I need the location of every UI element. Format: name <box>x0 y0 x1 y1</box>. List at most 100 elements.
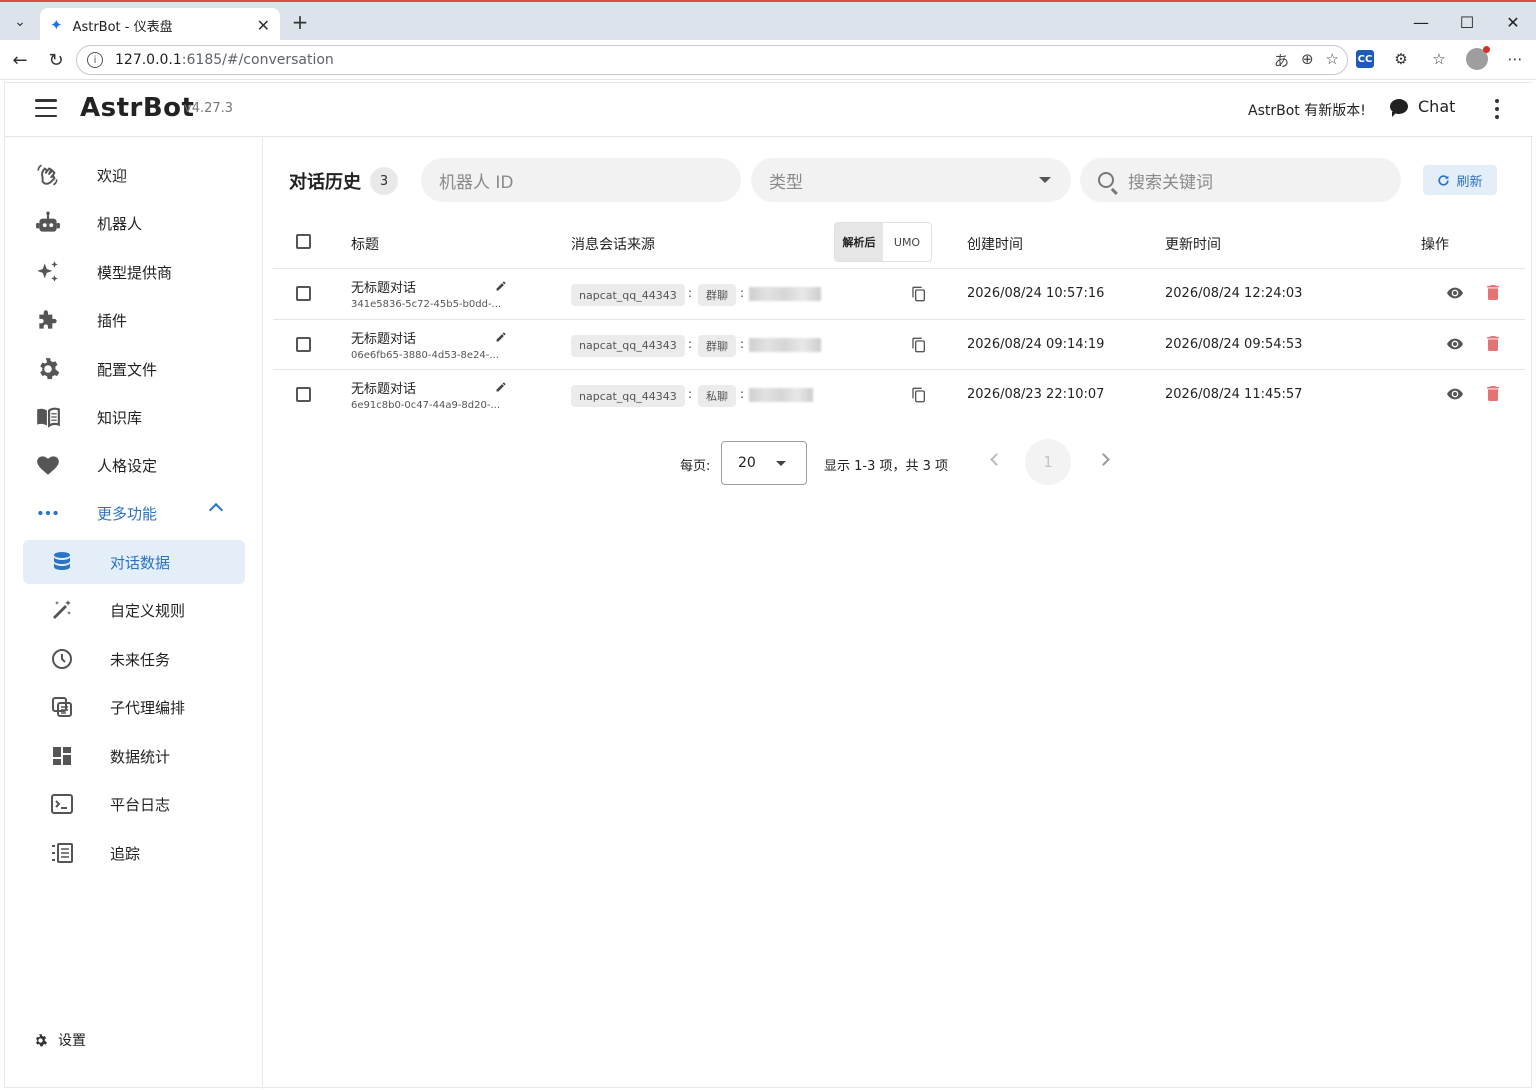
chat-button[interactable]: Chat <box>1390 97 1455 117</box>
cc-extension-icon[interactable]: CC <box>1356 50 1374 68</box>
table-row[interactable]: 无标题对话 06e6fb65-3880-4d53-8e24-... napcat… <box>273 320 1525 370</box>
refresh-button[interactable]: 刷新 <box>1423 165 1497 195</box>
info-icon[interactable]: i <box>87 52 103 68</box>
update-notice[interactable]: AstrBot 有新版本! <box>1248 100 1366 120</box>
main-content: 对话历史 3 机器人 ID 类型 搜索关键词 刷新 标题 消息会话来源 解析后 … <box>263 137 1533 1089</box>
delete-trash-icon[interactable] <box>1487 386 1499 401</box>
toggle-parsed[interactable]: 解析后 <box>835 223 883 261</box>
conversation-id: 06e6fb65-3880-4d53-8e24-... <box>351 349 499 361</box>
sidebar-more-features[interactable]: 更多功能 <box>23 491 245 535</box>
row-checkbox[interactable] <box>296 387 311 402</box>
per-page-select[interactable]: 20 <box>721 441 807 485</box>
sidebar-item-subagents[interactable]: 子代理编排 <box>23 685 245 729</box>
platform-chip: napcat_qq_44343 <box>571 284 685 306</box>
select-all-checkbox[interactable] <box>296 234 311 249</box>
more-vert-icon[interactable] <box>1493 99 1501 119</box>
column-title[interactable]: 标题 <box>351 234 379 254</box>
url-input[interactable]: i 127.0.0.1:6185/#/conversation あ ⊕ ☆ <box>76 45 1348 75</box>
gear-icon <box>36 1033 47 1046</box>
search-input[interactable]: 搜索关键词 <box>1080 158 1401 202</box>
sidebar-item-future-tasks[interactable]: 未来任务 <box>23 637 245 681</box>
settings-link[interactable]: 设置 <box>33 1030 86 1050</box>
source-display-toggle: 解析后 UMO <box>834 222 932 262</box>
type-select[interactable]: 类型 <box>751 158 1071 202</box>
settings-label: 设置 <box>58 1033 86 1049</box>
copy-layers-icon <box>37 695 87 719</box>
copy-icon[interactable] <box>911 285 927 303</box>
close-tab-icon[interactable]: ✕ <box>257 16 270 35</box>
page-button-current[interactable]: 1 <box>1025 439 1071 485</box>
zoom-icon[interactable]: ⊕ <box>1301 50 1314 71</box>
delete-trash-icon[interactable] <box>1487 335 1499 351</box>
copy-icon[interactable] <box>911 386 927 404</box>
edit-pencil-icon[interactable] <box>495 331 507 343</box>
puzzle-icon <box>23 307 73 333</box>
sidebar-item-custom-rules[interactable]: 自定义规则 <box>23 588 245 632</box>
tab-title: AstrBot - 仪表盘 <box>72 19 173 35</box>
view-eye-icon[interactable] <box>1447 287 1463 299</box>
toggle-umo[interactable]: UMO <box>883 223 931 261</box>
back-arrow-icon[interactable]: ← <box>8 48 32 72</box>
table-row[interactable]: 无标题对话 341e5836-5c72-45b5-b0dd-... napcat… <box>273 269 1525 320</box>
edit-pencil-icon[interactable] <box>495 280 507 292</box>
clock-icon <box>37 647 87 671</box>
dropdown-caret-icon <box>776 461 786 466</box>
separator: : <box>688 336 693 351</box>
per-page-label: 每页: <box>680 459 711 474</box>
bot-id-input[interactable]: 机器人 ID <box>421 158 741 202</box>
sidebar-item-statistics[interactable]: 数据统计 <box>23 734 245 778</box>
view-eye-icon[interactable] <box>1447 338 1463 350</box>
separator: : <box>688 286 693 300</box>
sidebar-item-label: 模型提供商 <box>97 263 173 282</box>
minimize-icon[interactable]: — <box>1406 10 1436 34</box>
sidebar-item-providers[interactable]: 模型提供商 <box>23 250 245 294</box>
sidebar-item-plugins[interactable]: 插件 <box>23 298 245 342</box>
profile-avatar[interactable] <box>1466 46 1490 70</box>
column-updated[interactable]: 更新时间 <box>1165 234 1221 254</box>
favorites-icon[interactable]: ☆ <box>1428 48 1450 70</box>
sidebar-item-platform-logs[interactable]: 平台日志 <box>23 782 245 826</box>
tab-list-chevron-icon[interactable]: ⌄ <box>8 10 32 34</box>
maximize-icon[interactable]: ☐ <box>1452 10 1482 34</box>
sidebar-item-trace[interactable]: 追踪 <box>23 831 245 875</box>
view-eye-icon[interactable] <box>1447 388 1463 400</box>
sidebar-item-config[interactable]: 配置文件 <box>23 347 245 391</box>
edit-pencil-icon[interactable] <box>495 381 507 393</box>
dropdown-caret-icon <box>1039 177 1051 183</box>
page-title: 对话历史 <box>289 172 361 193</box>
pagination: 每页: 20 显示 1-3 项，共 3 项 1 <box>263 437 1533 487</box>
column-created[interactable]: 创建时间 <box>967 234 1023 254</box>
new-tab-icon[interactable]: + <box>288 10 312 34</box>
sidebar-item-conversations[interactable]: 对话数据 <box>23 540 245 584</box>
delete-trash-icon[interactable] <box>1487 285 1499 300</box>
redacted-session-id <box>749 287 821 301</box>
sidebar-item-welcome[interactable]: 欢迎 <box>23 153 245 197</box>
next-page-chevron-icon[interactable] <box>1097 453 1110 466</box>
table-row[interactable]: 无标题对话 6e91c8b0-0c47-44a9-8d20-... napcat… <box>273 370 1525 421</box>
reload-icon[interactable]: ↻ <box>44 48 68 72</box>
console-icon <box>37 792 87 816</box>
sidebar-item-label: 人格设定 <box>97 456 158 475</box>
star-icon[interactable]: ☆ <box>1326 50 1339 71</box>
sidebar-item-label: 自定义规则 <box>110 601 186 620</box>
row-checkbox[interactable] <box>296 336 311 352</box>
database-icon <box>37 550 87 574</box>
search-placeholder: 搜索关键词 <box>1128 172 1213 193</box>
browser-menu-icon[interactable]: ⋯ <box>1504 48 1526 70</box>
sparkle-favicon-icon: ✦ <box>50 16 63 34</box>
row-checkbox[interactable] <box>296 286 311 301</box>
browser-tab[interactable]: ✦ AstrBot - 仪表盘 ✕ <box>40 8 280 42</box>
sidebar-item-label: 配置文件 <box>97 360 158 379</box>
sidebar-item-bots[interactable]: 机器人 <box>23 201 245 245</box>
sidebar-item-knowledge-base[interactable]: 知识库 <box>23 395 245 439</box>
translate-icon[interactable]: あ <box>1274 50 1289 71</box>
gear-icon <box>23 356 73 382</box>
sidebar-item-label: 更多功能 <box>97 504 158 523</box>
conversation-table: 标题 消息会话来源 解析后 UMO 创建时间 更新时间 操作 无标题对话 341… <box>273 215 1525 421</box>
hamburger-menu-icon[interactable] <box>35 99 57 117</box>
extensions-puzzle-icon[interactable]: ⚙ <box>1390 48 1412 70</box>
window-close-icon[interactable]: ✕ <box>1498 10 1528 34</box>
sidebar-item-persona[interactable]: 人格设定 <box>23 443 245 487</box>
copy-icon[interactable] <box>911 336 927 354</box>
prev-page-chevron-icon[interactable] <box>990 453 1003 466</box>
